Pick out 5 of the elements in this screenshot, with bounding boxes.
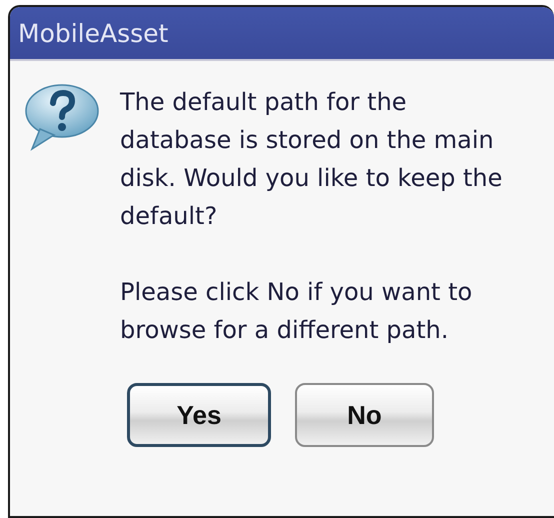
- window-title: MobileAsset: [18, 18, 168, 48]
- yes-button[interactable]: Yes: [127, 383, 271, 447]
- message-text: The default path for the database is stored on the main disk. Would you like to keep the default?: [120, 87, 504, 232]
- no-button[interactable]: No: [295, 383, 434, 447]
- message-text: Please click No if you want to browse for a different path.: [120, 277, 474, 346]
